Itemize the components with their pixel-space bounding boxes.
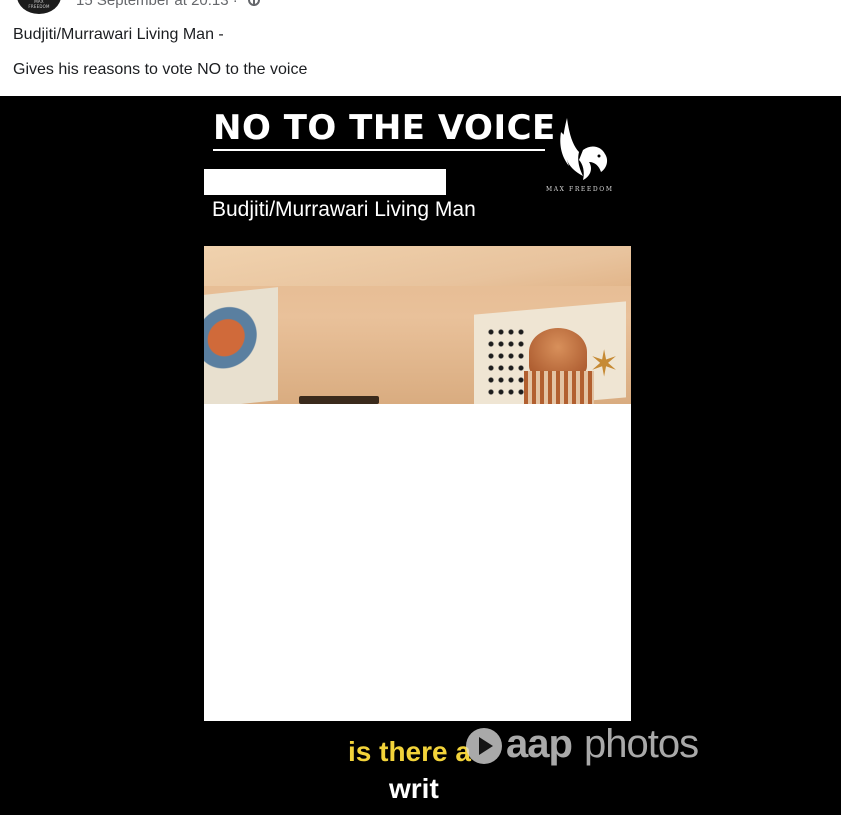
post-text-line2: Gives his reasons to vote NO to the voic… (13, 61, 308, 78)
video-player[interactable]: NO TO THE VOICE MAX FREEDOM Budjiti/Murr… (0, 96, 841, 815)
post-text-line1: Budjiti/Murrawari Living Man - (13, 26, 224, 43)
brand-text: MAX FREEDOM (546, 186, 614, 193)
avatar-label: MAX FREEDOM (28, 0, 50, 9)
ceiling (204, 246, 631, 286)
painting-dots (486, 326, 526, 396)
avatar[interactable]: MAX FREEDOM (17, 0, 61, 14)
jellyfish-painting (529, 328, 587, 376)
redaction-block (204, 404, 631, 721)
video-subtitle: Budjiti/Murrawari Living Man (212, 198, 476, 221)
painting-left (204, 287, 278, 404)
hawk-logo (560, 118, 608, 180)
video-frame: ✶ (204, 246, 631, 404)
watermark-text-photos: photos (584, 722, 699, 766)
play-icon (466, 728, 502, 764)
shelf-shadow (299, 396, 379, 404)
post-header: MAX FREEDOM 15 September at 20:13 · Budj… (0, 0, 841, 96)
caption-line1: is there a (348, 736, 471, 767)
title-underline (213, 149, 545, 151)
caption-line2: writ (389, 773, 439, 804)
video-title: NO TO THE VOICE (213, 108, 556, 148)
jellyfish-tentacles (524, 371, 594, 404)
watermark-text-aap: aap (506, 722, 573, 766)
starfish-icon: ✶ (589, 343, 620, 384)
globe-icon (248, 0, 260, 6)
redaction-box (204, 169, 446, 195)
post-timestamp[interactable]: 15 September at 20:13 · (76, 0, 238, 9)
